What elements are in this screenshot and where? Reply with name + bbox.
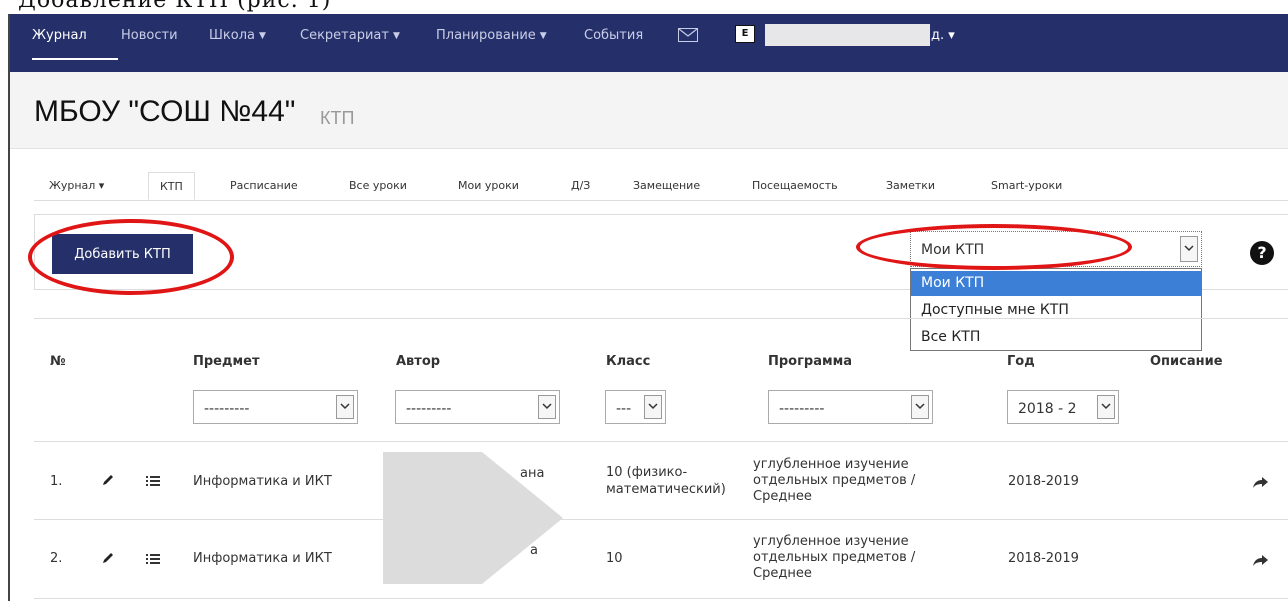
nav-item-events[interactable]: События xyxy=(584,28,643,43)
nav-item-secretariat[interactable]: Секретариат ▼ xyxy=(300,28,400,43)
subject-filter-select[interactable]: --------- xyxy=(193,390,358,424)
tab-smart-lessons[interactable]: Smart-уроки xyxy=(991,179,1062,192)
page-subtitle: КТП xyxy=(320,108,355,128)
column-header-program[interactable]: Программа xyxy=(768,354,852,369)
row-program-line: углубленное изучение xyxy=(753,534,909,549)
chevron-down-icon[interactable] xyxy=(1097,395,1115,419)
row-program-line: отдельных предметов / xyxy=(753,550,916,565)
row-year: 2018-2019 xyxy=(1008,474,1079,489)
class-filter-value: --- xyxy=(616,401,632,417)
tab-substitution[interactable]: Замещение xyxy=(633,179,700,192)
ktp-filter-value: Мои КТП xyxy=(921,242,985,258)
caption-strip: Добавление КТП (рис. 1) xyxy=(0,0,1288,14)
page-title: МБОУ "СОШ №44" xyxy=(34,95,296,128)
row-number: 2. xyxy=(50,551,63,566)
year-filter-value: 2018 - 2 xyxy=(1018,401,1077,417)
column-header-author[interactable]: Автор xyxy=(396,354,440,369)
user-menu-caret[interactable]: д. ▾ xyxy=(931,28,955,43)
row-program-line: Среднее xyxy=(753,489,812,504)
row-number: 1. xyxy=(50,474,63,489)
dropdown-option-available-ktp[interactable]: Доступные мне КТП xyxy=(911,298,1201,323)
list-icon[interactable] xyxy=(146,472,160,491)
journal-tabs: Журнал ▾ КТП Расписание Все уроки Мои ур… xyxy=(34,172,1288,201)
row-author-fragment: а xyxy=(530,543,538,558)
share-arrow-icon[interactable] xyxy=(1253,552,1269,571)
tab-journal[interactable]: Журнал ▾ xyxy=(49,179,104,192)
tab-homework[interactable]: Д/З xyxy=(571,179,590,192)
column-header-number: № xyxy=(50,354,66,369)
chevron-down-icon[interactable] xyxy=(644,395,662,419)
page-header: МБОУ "СОШ №44" КТП xyxy=(10,72,1288,149)
chevron-down-icon[interactable] xyxy=(911,395,929,419)
nav-item-planning[interactable]: Планирование ▼ xyxy=(436,28,547,43)
author-filter-value: --------- xyxy=(406,401,452,417)
row-program-line: углубленное изучение xyxy=(753,457,909,472)
chevron-down-icon[interactable] xyxy=(1180,236,1198,262)
chevron-down-icon[interactable] xyxy=(538,395,556,419)
row-year: 2018-2019 xyxy=(1008,551,1079,566)
pencil-icon[interactable] xyxy=(101,550,115,569)
row-class-line: 10 (физико- xyxy=(606,465,688,480)
year-filter-select[interactable]: 2018 - 2 xyxy=(1007,390,1119,424)
section-divider xyxy=(34,318,1288,319)
column-header-description: Описание xyxy=(1150,354,1223,369)
top-navbar: Журнал Новости Школа ▼ Секретариат ▼ Плани… xyxy=(10,14,1288,72)
help-icon[interactable]: ? xyxy=(1250,241,1274,265)
id-card-icon[interactable]: Е xyxy=(735,25,755,43)
tab-my-lessons[interactable]: Мои уроки xyxy=(458,179,519,192)
class-filter-select[interactable]: --- xyxy=(605,390,666,424)
tab-ktp[interactable]: КТП xyxy=(148,172,195,200)
pencil-icon[interactable] xyxy=(101,472,115,491)
nav-item-journal[interactable]: Журнал xyxy=(32,28,87,43)
row-program-line: Среднее xyxy=(753,566,812,581)
ktp-filter-dropdown: Мои КТП Доступные мне КТП Все КТП xyxy=(910,268,1202,351)
add-ktp-button[interactable]: Добавить КТП xyxy=(52,234,193,274)
list-icon[interactable] xyxy=(146,550,160,569)
tab-notes[interactable]: Заметки xyxy=(886,179,935,192)
row-class-line: математический) xyxy=(606,482,726,497)
author-filter-select[interactable]: --------- xyxy=(395,390,560,424)
row-class-line: 10 xyxy=(606,551,623,566)
row-program-line: отдельных предметов / xyxy=(753,473,916,488)
row-subject: Информатика и ИКТ xyxy=(193,474,332,489)
dropdown-option-my-ktp[interactable]: Мои КТП xyxy=(911,271,1201,296)
row-author-fragment: ана xyxy=(520,466,545,481)
dropdown-option-all-ktp[interactable]: Все КТП xyxy=(911,325,1201,350)
program-filter-value: --------- xyxy=(779,401,825,417)
nav-item-school[interactable]: Школа ▼ xyxy=(209,28,266,43)
column-header-class[interactable]: Класс xyxy=(606,354,650,369)
tab-attendance[interactable]: Посещаемость xyxy=(752,179,838,192)
row-subject: Информатика и ИКТ xyxy=(193,551,332,566)
share-arrow-icon[interactable] xyxy=(1253,474,1269,493)
user-name-redacted[interactable] xyxy=(765,24,930,46)
ktp-filter-select[interactable]: Мои КТП xyxy=(910,231,1202,267)
column-header-subject[interactable]: Предмет xyxy=(193,354,259,369)
nav-active-underline xyxy=(32,58,118,60)
chevron-down-icon: ▼ xyxy=(392,31,400,41)
chevron-down-icon: ▼ xyxy=(539,31,547,41)
chevron-down-icon[interactable] xyxy=(336,395,354,419)
tab-all-lessons[interactable]: Все уроки xyxy=(349,179,407,192)
nav-item-news[interactable]: Новости xyxy=(121,28,178,43)
subject-filter-value: --------- xyxy=(204,401,250,417)
caption-text: Добавление КТП (рис. 1) xyxy=(18,0,332,13)
column-header-year[interactable]: Год xyxy=(1007,354,1035,369)
chevron-down-icon: ▼ xyxy=(258,31,266,41)
tab-schedule[interactable]: Расписание xyxy=(230,179,298,192)
mail-icon[interactable] xyxy=(678,28,698,42)
program-filter-select[interactable]: --------- xyxy=(768,390,933,424)
